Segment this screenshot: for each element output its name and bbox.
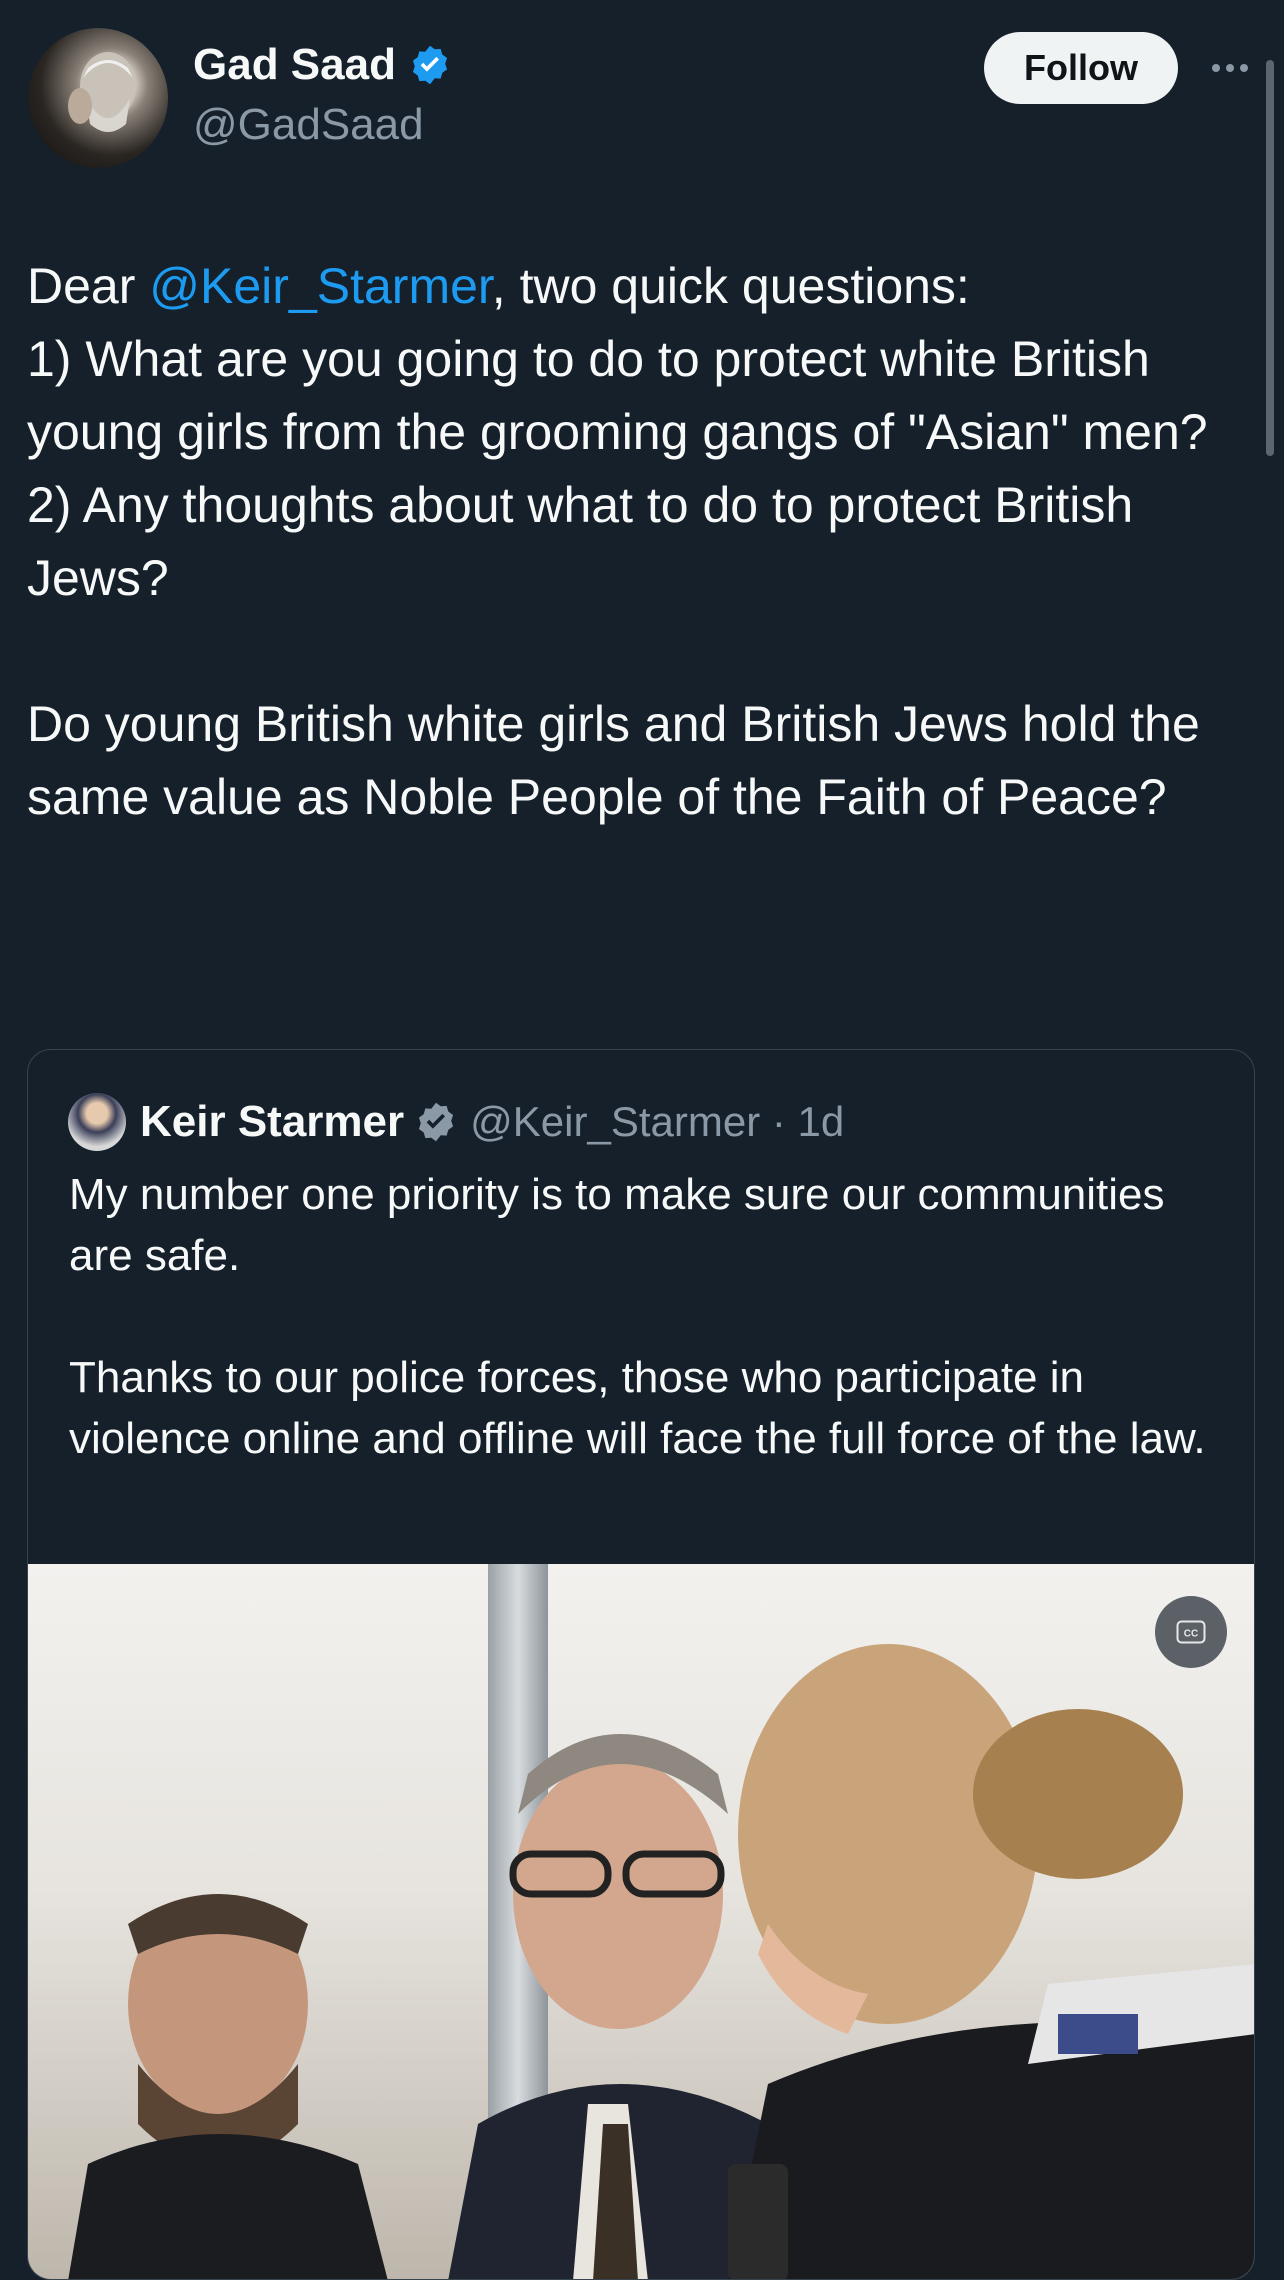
follow-button[interactable]: Follow bbox=[984, 32, 1178, 104]
more-options-icon[interactable] bbox=[1208, 40, 1252, 96]
quoted-author-avatar[interactable] bbox=[68, 1093, 126, 1151]
tweet-header: Gad Saad @GadSaad Follow bbox=[0, 0, 1284, 190]
quoted-tweet-body: My number one priority is to make sure o… bbox=[69, 1164, 1229, 1469]
video-scene bbox=[68, 1644, 1254, 2279]
author-avatar[interactable] bbox=[28, 28, 168, 168]
tweet-text-segment: , two quick questions: bbox=[491, 258, 970, 314]
captions-icon: CC bbox=[1176, 1620, 1206, 1644]
closed-captions-button[interactable]: CC bbox=[1155, 1596, 1227, 1668]
quoted-author-name[interactable]: Keir Starmer bbox=[140, 1097, 404, 1147]
quoted-tweet-header: Keir Starmer @Keir_Starmer · 1d bbox=[68, 1090, 844, 1154]
tweet-question-1: 1) What are you going to do to protect w… bbox=[27, 331, 1208, 460]
scrollbar[interactable] bbox=[1266, 60, 1274, 456]
quoted-handle-time: @Keir_Starmer · 1d bbox=[470, 1098, 845, 1145]
author-display-name[interactable]: Gad Saad bbox=[193, 40, 396, 90]
author-name-row: Gad Saad bbox=[193, 40, 452, 90]
tweet-line-1: Dear @Keir_Starmer, two quick questions: bbox=[27, 250, 1263, 323]
quoted-paragraph-2: Thanks to our police forces, those who p… bbox=[69, 1353, 1206, 1463]
tweet-closing: Do young British white girls and British… bbox=[27, 696, 1200, 825]
tweet-body: Dear @Keir_Starmer, two quick questions:… bbox=[27, 250, 1263, 834]
video-thumbnail[interactable]: CC bbox=[28, 1564, 1254, 2279]
captions-icon-label: CC bbox=[1184, 1629, 1198, 1640]
quoted-paragraph-1: My number one priority is to make sure o… bbox=[69, 1170, 1165, 1280]
mention-link[interactable]: @Keir_Starmer bbox=[149, 258, 492, 314]
tweet-text-segment: Dear bbox=[27, 258, 150, 314]
verified-badge-icon bbox=[412, 45, 448, 85]
verified-badge-icon bbox=[419, 1102, 454, 1142]
quoted-tweet-card[interactable]: Keir Starmer @Keir_Starmer · 1d My numbe… bbox=[27, 1049, 1255, 2280]
tweet-question-2: 2) Any thoughts about what to do to prot… bbox=[27, 477, 1134, 606]
author-handle[interactable]: @GadSaad bbox=[193, 100, 424, 150]
